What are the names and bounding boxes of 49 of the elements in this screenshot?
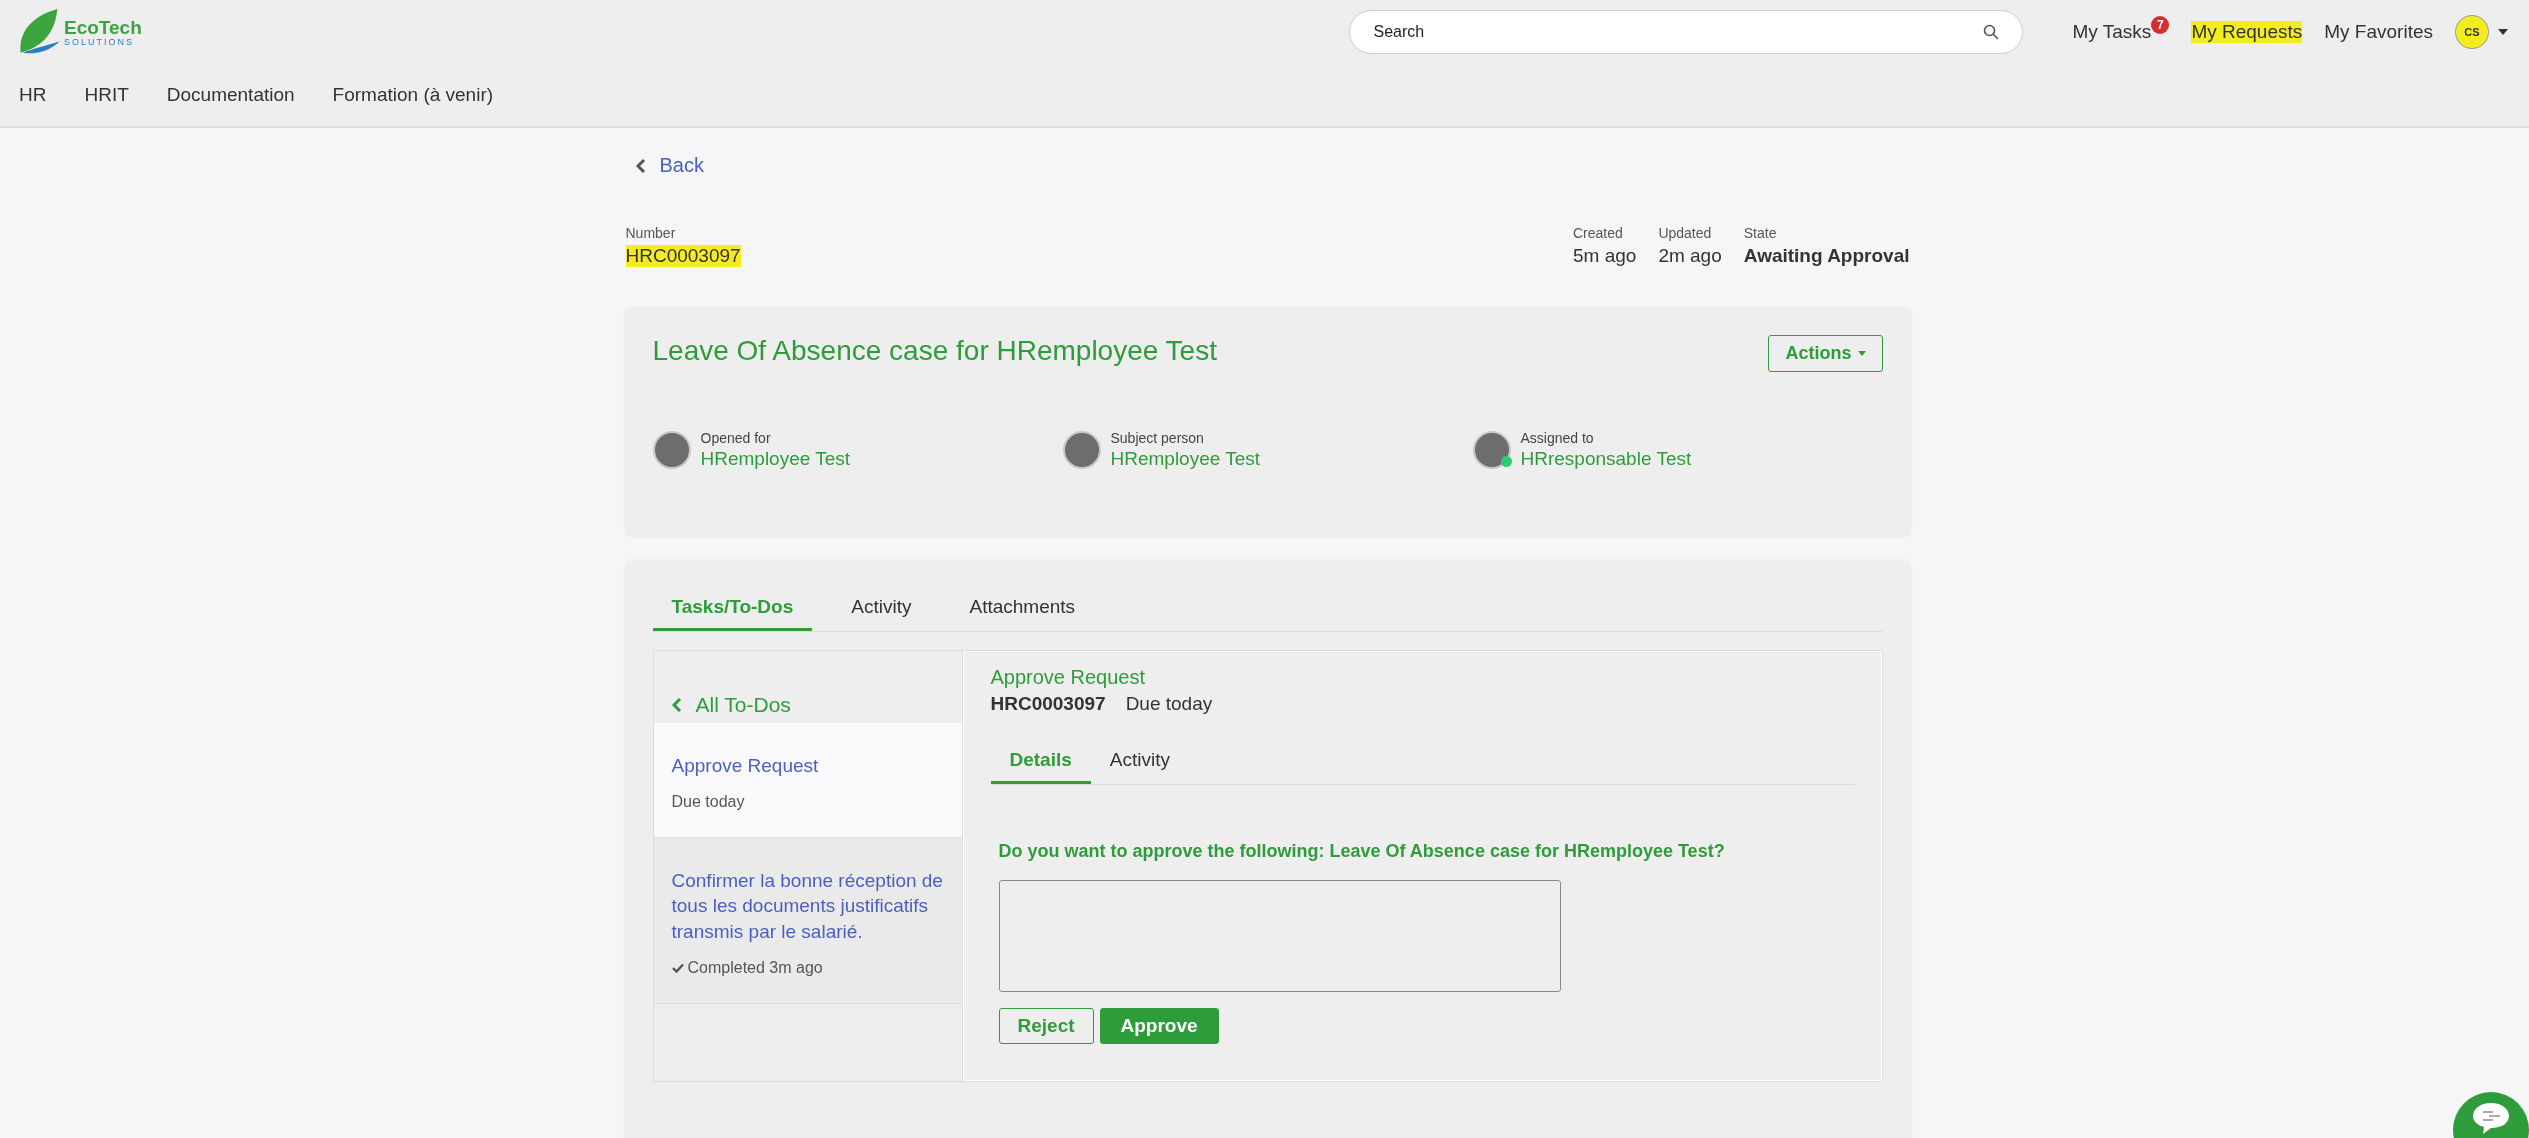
company-logo[interactable]: EcoTech SOLUTIONS xyxy=(16,6,142,58)
comment-field[interactable] xyxy=(998,880,1561,992)
header-link[interactable]: My Requests xyxy=(2191,21,2303,43)
field-label: Opened for xyxy=(700,430,772,446)
header-link[interactable]: My Favorites xyxy=(2324,21,2433,43)
field-label: Created xyxy=(1573,225,1624,241)
caret-icon[interactable] xyxy=(2497,28,2509,36)
online-dot xyxy=(1500,456,1512,467)
chevron-left-icon xyxy=(671,698,682,712)
back-link[interactable]: Back xyxy=(635,154,704,177)
user-avatar[interactable]: CS xyxy=(2455,15,2489,49)
menu-item[interactable]: HR xyxy=(19,84,47,106)
speech-bubble-icon xyxy=(2471,1101,2511,1135)
todo-status: Due today xyxy=(671,792,746,811)
case-title: Leave Of Absence case for HRemployee Test xyxy=(652,335,1217,367)
due-date: Due today xyxy=(1125,693,1213,715)
tab[interactable]: Attachments xyxy=(950,588,1095,631)
todo-item[interactable]: Confirmer la bonne réception de tous les documents justificatifs transmis par le salarié. Completed 3m ago xyxy=(653,837,962,1004)
field-value: Awaiting Approval xyxy=(1743,245,1910,267)
todo-title: Approve Request xyxy=(671,754,820,778)
field-label: Number xyxy=(625,225,677,241)
tab[interactable]: Activity xyxy=(1090,741,1189,784)
task-title: Approve Request xyxy=(990,666,1147,689)
field-label: State xyxy=(1743,225,1778,241)
field-label: Assigned to xyxy=(1520,430,1595,446)
todo-status: Completed 3m ago xyxy=(671,958,944,977)
field-value: 2m ago xyxy=(1658,245,1722,267)
approve-button[interactable]: Approve xyxy=(1099,1008,1219,1044)
menu-item[interactable]: Formation (à venir) xyxy=(332,84,494,106)
caret-icon xyxy=(1857,351,1866,356)
approval-question: Do you want to approve the following: Leave Of Absence case for HRemployee Test? xyxy=(998,841,1726,862)
chevron-left-icon xyxy=(635,158,646,173)
check-icon xyxy=(671,962,684,973)
task-number: HRC0003097 xyxy=(990,693,1106,715)
menu-item[interactable]: HRIT xyxy=(84,84,129,106)
logo-tagline: SOLUTIONS xyxy=(64,36,135,47)
menu-item[interactable]: Documentation xyxy=(166,84,295,106)
todo-item[interactable]: Approve Request Due today xyxy=(653,723,962,838)
count-badge: 7 xyxy=(2151,16,2170,34)
search-field[interactable]: Search xyxy=(1348,10,2023,54)
header-link[interactable]: My Tasks xyxy=(2072,21,2152,43)
todo-title: Confirmer la bonne réception de tous les documents justificatifs transmis par le salarié. xyxy=(671,868,944,944)
field-label: Subject person xyxy=(1110,430,1205,446)
logo-name: EcoTech xyxy=(64,17,142,37)
tab[interactable]: Activity xyxy=(832,588,931,631)
search-icon xyxy=(1982,24,1999,40)
field-label: Updated xyxy=(1658,225,1713,241)
field-value: 5m ago xyxy=(1573,245,1637,267)
record-number: HRC0003097 xyxy=(625,245,741,267)
